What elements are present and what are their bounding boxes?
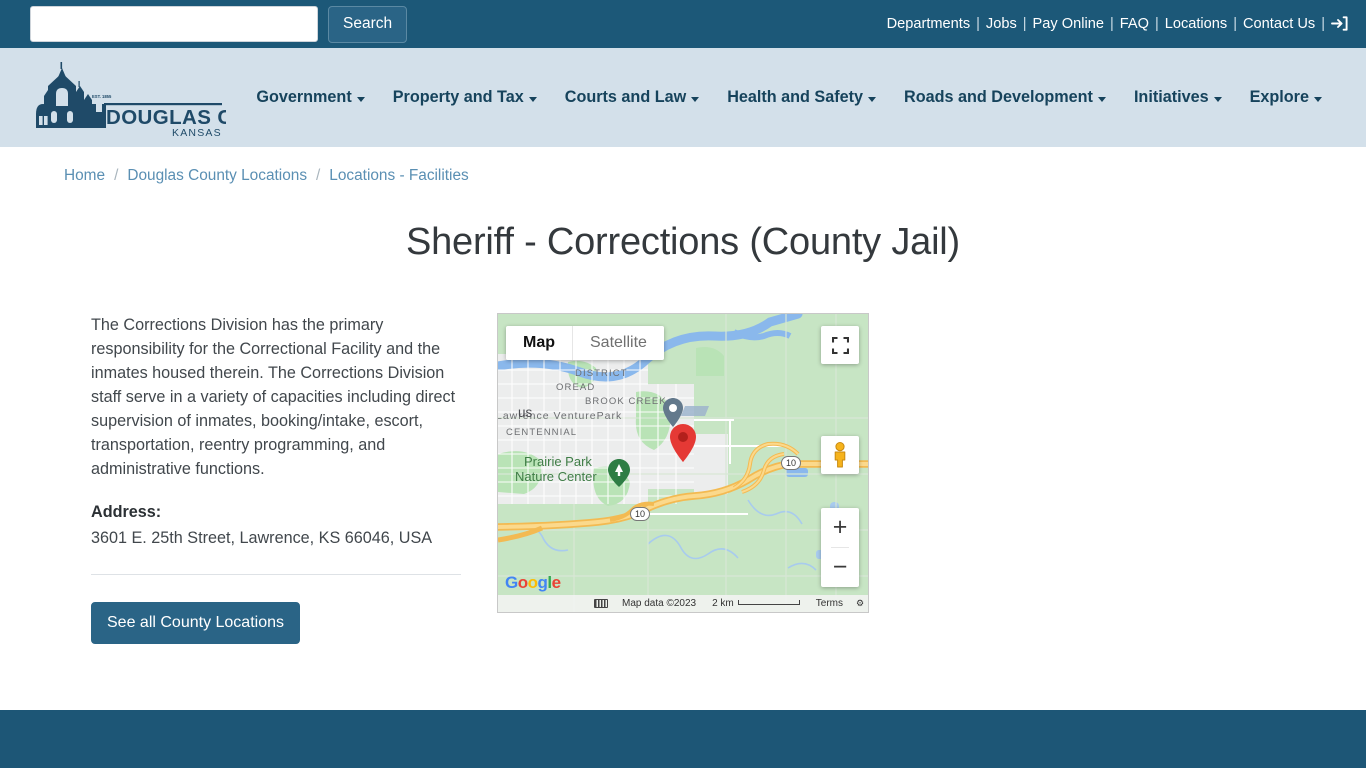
chevron-down-icon bbox=[528, 97, 537, 102]
top-link-separator: | bbox=[1154, 16, 1159, 32]
street-view-pegman-icon[interactable] bbox=[821, 436, 859, 474]
top-link-separator: | bbox=[1233, 16, 1238, 32]
search-button[interactable]: Search bbox=[328, 5, 408, 43]
search-input[interactable] bbox=[30, 6, 318, 42]
breadcrumb-separator: / bbox=[316, 167, 321, 184]
chevron-down-icon bbox=[1097, 97, 1106, 102]
nav-item-roads-and-development[interactable]: Roads and Development bbox=[890, 80, 1120, 115]
map-scale-label: 2 km bbox=[712, 598, 734, 609]
route-shield-label: 10 bbox=[634, 509, 645, 519]
site-footer bbox=[0, 710, 1366, 768]
route-shield-10: 10 bbox=[781, 456, 801, 470]
page-title: Sheriff - Corrections (County Jail) bbox=[405, 221, 961, 263]
top-link-separator: | bbox=[1321, 16, 1325, 32]
map-type-satellite[interactable]: Satellite bbox=[573, 326, 664, 360]
map-label-centennial: CENTENNIAL bbox=[506, 427, 578, 438]
nav-label: Health and Safety bbox=[727, 88, 864, 106]
nav-label: Government bbox=[256, 88, 352, 106]
map-label-nature-center: Nature Center bbox=[515, 469, 597, 484]
content-divider bbox=[91, 574, 461, 575]
map-data-attribution: Map data ©2023 bbox=[622, 598, 697, 609]
main-navigation: Government Property and Tax Courts and L… bbox=[242, 80, 1336, 115]
nav-item-courts-and-law[interactable]: Courts and Law bbox=[551, 80, 713, 115]
logo-est-text: EST. 1855 bbox=[92, 94, 112, 99]
douglas-county-courthouse-logo[interactable]: EST. 1855 DOUGLAS COUNTY KANSAS bbox=[26, 58, 236, 138]
map-label-campus-partial: Lawrence VenturePark bbox=[497, 410, 623, 422]
brand-and-main-navigation: EST. 1855 DOUGLAS COUNTY KANSAS Governme… bbox=[0, 48, 1366, 147]
map-scale-bar bbox=[737, 600, 800, 605]
nav-item-government[interactable]: Government bbox=[242, 80, 378, 115]
top-link-locations[interactable]: Locations bbox=[1165, 16, 1227, 32]
top-link-departments[interactable]: Departments bbox=[887, 16, 971, 32]
facility-info-column: The Corrections Division has the primary… bbox=[91, 313, 461, 645]
chevron-down-icon bbox=[1314, 97, 1322, 102]
nav-label: Explore bbox=[1249, 88, 1309, 106]
breadcrumb-separator: / bbox=[114, 167, 119, 184]
top-link-jobs[interactable]: Jobs bbox=[986, 16, 1017, 32]
park-tree-icon[interactable] bbox=[608, 459, 630, 492]
map-terms-link[interactable]: Terms bbox=[816, 598, 843, 609]
map-building-footprint bbox=[680, 406, 710, 416]
breadcrumb: Home / Douglas County Locations / Locati… bbox=[0, 147, 1366, 185]
facility-description: The Corrections Division has the primary… bbox=[91, 316, 456, 478]
logo-state-name: KANSAS bbox=[172, 127, 222, 138]
map-label-district: DISTRICT bbox=[575, 368, 628, 379]
map-zoom-controls: + − bbox=[821, 508, 859, 587]
route-shield-label: 10 bbox=[785, 458, 796, 468]
chevron-down-icon bbox=[356, 97, 365, 102]
nav-item-initiatives[interactable]: Initiatives bbox=[1120, 80, 1236, 115]
top-link-pay-online[interactable]: Pay Online bbox=[1033, 16, 1104, 32]
top-link-separator: | bbox=[1109, 16, 1114, 32]
map-label-brook-creek: BROOK CREEK bbox=[585, 396, 667, 407]
nav-label: Roads and Development bbox=[904, 88, 1093, 106]
zoom-out-button[interactable]: − bbox=[821, 548, 859, 587]
logo-county-name: DOUGLAS COUNTY bbox=[106, 106, 226, 129]
nav-item-health-and-safety[interactable]: Health and Safety bbox=[713, 80, 890, 115]
chevron-down-icon bbox=[868, 97, 877, 102]
map-label-prairie-park: Prairie Park bbox=[524, 454, 592, 469]
google-map[interactable]: DISTRICT OREAD BROOK CREEK Lawrence Vent… bbox=[497, 313, 869, 613]
nav-item-explore[interactable]: Explore bbox=[1236, 80, 1336, 115]
nav-label: Courts and Law bbox=[564, 88, 687, 106]
top-link-faq[interactable]: FAQ bbox=[1120, 16, 1149, 32]
map-settings-gear-icon[interactable]: ⚙ bbox=[856, 598, 864, 609]
nav-item-property-and-tax[interactable]: Property and Tax bbox=[379, 80, 551, 115]
map-label-oread: OREAD bbox=[556, 382, 596, 393]
map-type-map[interactable]: Map bbox=[506, 326, 573, 360]
map-attribution-bar: Map data ©2023 2 km Terms ⚙ bbox=[498, 595, 868, 612]
site-search-form: Search bbox=[30, 5, 408, 43]
route-shield-10: 10 bbox=[630, 507, 650, 521]
address-label: Address: bbox=[91, 503, 162, 521]
breadcrumb-item-home[interactable]: Home bbox=[64, 167, 105, 185]
top-utility-links: Departments | Jobs | Pay Online | FAQ | … bbox=[887, 15, 1348, 33]
sign-in-icon[interactable] bbox=[1331, 16, 1348, 34]
top-link-contact-us[interactable]: Contact Us bbox=[1243, 16, 1315, 32]
breadcrumb-item-locations-facilities: Locations - Facilities bbox=[329, 167, 469, 184]
map-label-lawrence-venturepark: us bbox=[518, 405, 533, 420]
nav-label: Property and Tax bbox=[392, 88, 524, 106]
top-link-separator: | bbox=[976, 16, 980, 32]
keyboard-shortcuts-icon[interactable] bbox=[594, 599, 608, 608]
red-location-marker[interactable] bbox=[670, 424, 696, 467]
zoom-in-button[interactable]: + bbox=[821, 508, 859, 547]
chevron-down-icon bbox=[691, 97, 700, 102]
breadcrumb-item-douglas-county-locations[interactable]: Douglas County Locations bbox=[127, 167, 307, 185]
see-all-county-locations-button[interactable]: See all County Locations bbox=[91, 602, 300, 645]
nav-label: Initiatives bbox=[1133, 88, 1209, 106]
address-value: 3601 E. 25th Street, Lawrence, KS 66046,… bbox=[91, 529, 433, 547]
google-logo[interactable]: Google bbox=[505, 573, 561, 593]
map-type-control: Map Satellite bbox=[506, 326, 664, 360]
top-utility-bar: Search Departments | Jobs | Pay Online |… bbox=[0, 0, 1366, 48]
fullscreen-icon[interactable] bbox=[821, 326, 859, 364]
top-link-separator: | bbox=[1022, 16, 1027, 32]
chevron-down-icon bbox=[1213, 97, 1222, 102]
main-content: The Corrections Division has the primary… bbox=[0, 264, 1366, 645]
